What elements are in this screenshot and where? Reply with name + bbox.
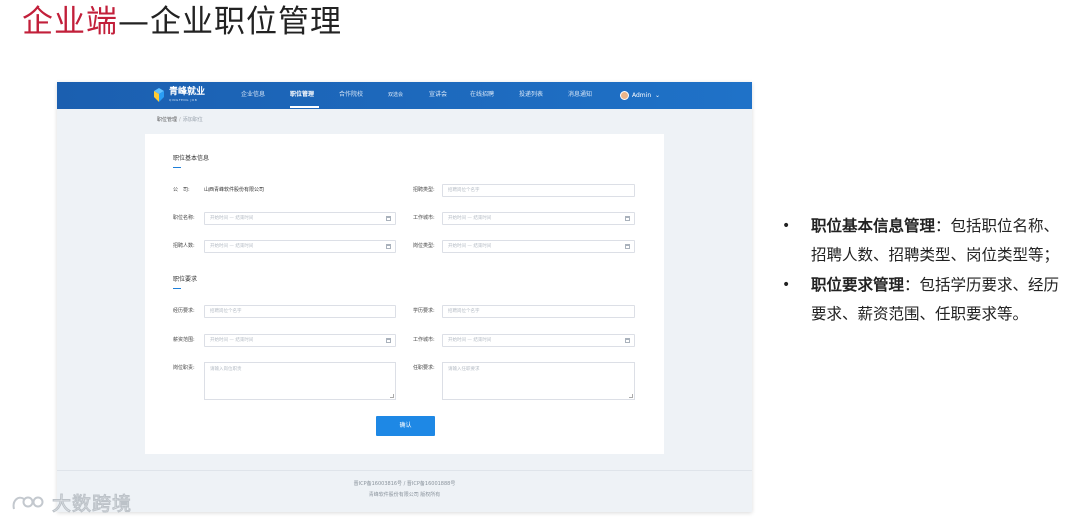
nav-item-presentation[interactable]: 宣讲会 — [429, 91, 447, 99]
experience-label: 经历要求: — [173, 308, 195, 314]
calendar-icon — [625, 216, 630, 221]
footer-icp[interactable]: 晋ICP备16003816号 / 晋ICP备16001888号 — [57, 481, 752, 488]
post-type-input[interactable]: 开始时间 — 结束时间 — [442, 240, 635, 253]
education-input[interactable]: 招聘岗位个名字 — [442, 305, 635, 318]
nav-item-partner-schools[interactable]: 合作院校 — [339, 91, 363, 99]
breadcrumb-item-position-management[interactable]: 职位管理 — [157, 117, 177, 123]
post-type-placeholder: 开始时间 — 结束时间 — [448, 244, 492, 249]
experience-placeholder: 招聘岗位个名字 — [210, 309, 242, 314]
nav-item-position-management[interactable]: 职位管理 — [290, 91, 314, 99]
salary-label: 薪资范围: — [173, 337, 195, 343]
section-title-underline — [173, 288, 181, 289]
section-title-requirements: 职位要求 — [173, 276, 198, 283]
bullet-item-requirements: • 职位要求管理：包括学历要求、经历要求、薪资范围、任职要求等。 — [782, 271, 1072, 329]
job-type-label: 招聘类型: — [413, 187, 435, 193]
confirm-button[interactable]: 确认 — [376, 416, 435, 436]
work-city2-placeholder: 开始时间 — 结束时间 — [448, 338, 492, 343]
resize-grip-icon[interactable] — [629, 394, 633, 398]
duty-textarea[interactable]: 请输入岗位职责 — [204, 362, 396, 400]
bullet-dot-icon: • — [782, 277, 791, 293]
calendar-icon — [625, 338, 630, 343]
slide-title-accent: 企业端 — [22, 4, 118, 40]
headcount-label: 招聘人数: — [173, 243, 195, 249]
duty-placeholder: 请输入岗位职责 — [210, 367, 242, 372]
duty-label: 岗位职责: — [173, 365, 195, 371]
req-placeholder: 请输入任职要求 — [448, 367, 480, 372]
experience-input[interactable]: 招聘岗位个名字 — [204, 305, 396, 318]
nav-item-notifications[interactable]: 消息通知 — [568, 91, 592, 99]
breadcrumb-item-add-position: 添加职位 — [182, 117, 203, 123]
chevron-down-icon[interactable]: ⌄ — [655, 92, 660, 100]
form-card: 职位基本信息 公 司: 山西青峰软件股份有限公司 招聘类型: 招聘岗位个名字 职… — [145, 134, 664, 454]
calendar-icon — [386, 244, 391, 249]
position-name-input[interactable]: 开始时间 — 结束时间 — [204, 212, 396, 225]
work-city-input[interactable]: 开始时间 — 结束时间 — [442, 212, 635, 225]
position-name-label: 职位名称: — [173, 215, 195, 221]
brand-subtitle: QINGFENG JOB — [169, 98, 198, 102]
nav-item-company-info[interactable]: 企业信息 — [241, 91, 265, 99]
top-nav-bar: 青峰就业 QINGFENG JOB 企业信息 职位管理 合作院校 双选会 宣讲会… — [57, 82, 752, 109]
slide-title-rest: —企业职位管理 — [118, 4, 342, 40]
breadcrumb: 职位管理 / 添加职位 — [157, 117, 203, 124]
app-screenshot: 青峰就业 QINGFENG JOB 企业信息 职位管理 合作院校 双选会 宣讲会… — [57, 82, 752, 512]
nav-item-job-fair[interactable]: 双选会 — [388, 91, 403, 99]
work-city-label: 工作城市: — [413, 215, 435, 221]
avatar[interactable] — [620, 91, 629, 100]
calendar-icon — [386, 338, 391, 343]
user-name[interactable]: Admin — [632, 92, 651, 100]
job-type-input[interactable]: 招聘岗位个名字 — [442, 184, 635, 197]
job-type-placeholder: 招聘岗位个名字 — [448, 188, 480, 193]
footer-copyright: 青峰软件股份有限公司 版权所有 — [368, 492, 441, 498]
breadcrumb-separator: / — [179, 117, 181, 123]
calendar-icon — [625, 244, 630, 249]
education-placeholder: 招聘岗位个名字 — [448, 309, 480, 314]
nav-active-indicator — [290, 106, 319, 108]
salary-input[interactable]: 开始时间 — 结束时间 — [204, 334, 396, 347]
work-city-placeholder: 开始时间 — 结束时间 — [448, 216, 492, 221]
bullet-item-basic-info: • 职位基本信息管理：包括职位名称、招聘人数、招聘类型、岗位类型等； — [782, 212, 1072, 270]
headcount-placeholder: 开始时间 — 结束时间 — [210, 244, 254, 249]
company-value: 山西青峰软件股份有限公司 — [204, 187, 265, 193]
salary-placeholder: 开始时间 — 结束时间 — [210, 338, 254, 343]
post-type-label: 岗位类型: — [413, 243, 435, 249]
bullet-dot-icon: • — [782, 218, 791, 234]
position-name-placeholder: 开始时间 — 结束时间 — [210, 216, 254, 221]
company-label: 公 司: — [173, 187, 190, 193]
req-label: 任职要求: — [413, 365, 435, 371]
headcount-input[interactable]: 开始时间 — 结束时间 — [204, 240, 396, 253]
req-textarea[interactable]: 请输入任职要求 — [442, 362, 635, 400]
nav-item-delivery-list[interactable]: 投递列表 — [519, 91, 543, 99]
resize-grip-icon[interactable] — [390, 394, 394, 398]
brand-name: 青峰就业 — [169, 87, 206, 97]
nav-item-online-recruit[interactable]: 在线招聘 — [470, 91, 494, 99]
slide: 企业端—企业职位管理 青峰就业 QINGFENG JOB 企业信息 职位管理 合… — [0, 0, 1080, 524]
slide-title: 企业端—企业职位管理 — [22, 2, 342, 42]
work-city2-input[interactable]: 开始时间 — 结束时间 — [442, 334, 635, 347]
section-title-underline — [173, 167, 181, 168]
watermark-text: 大数跨境 — [51, 493, 133, 516]
bullet-heading: 职位基本信息管理 — [811, 217, 936, 235]
bullet-heading: 职位要求管理 — [811, 276, 905, 294]
section-title-basic-info: 职位基本信息 — [173, 155, 210, 162]
calendar-icon — [386, 216, 391, 221]
watermark-logo-icon — [12, 496, 44, 510]
education-label: 学历要求: — [413, 308, 435, 314]
brand-logo-icon — [154, 88, 164, 102]
footer-divider — [57, 470, 752, 471]
work-city2-label: 工作城市: — [413, 337, 435, 343]
bullet-list: • 职位基本信息管理：包括职位名称、招聘人数、招聘类型、岗位类型等； • 职位要求管… — [782, 212, 1072, 330]
